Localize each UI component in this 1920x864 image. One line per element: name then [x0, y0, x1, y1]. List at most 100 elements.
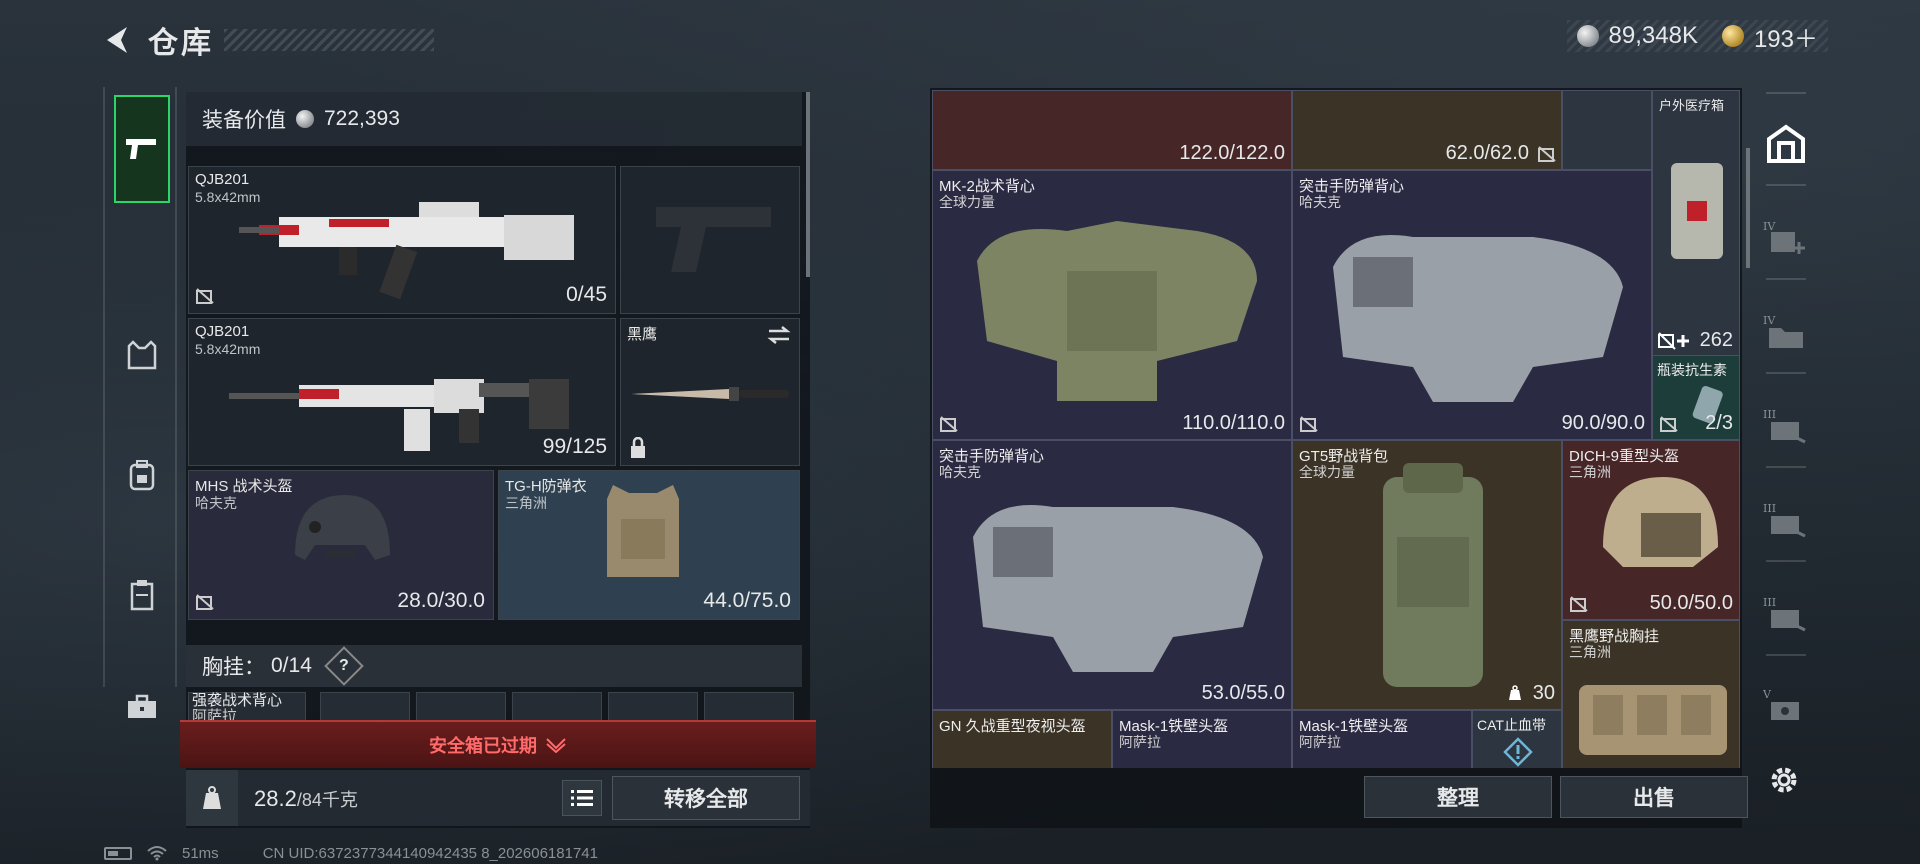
storage-item[interactable]: Mask-1铁壁头盔 阿萨拉	[1292, 710, 1472, 768]
tab-toolbox[interactable]	[114, 679, 170, 735]
silver-coin-icon	[296, 110, 314, 128]
equipment-value-row: 装备价值 722,393	[186, 92, 802, 146]
vest-icon	[127, 340, 157, 370]
item-count: 262	[1699, 329, 1733, 351]
item-durability: 122.0/122.0	[1179, 142, 1285, 164]
tab-weapons[interactable]	[114, 95, 170, 203]
tab-storage-3a[interactable]: III	[1760, 400, 1812, 452]
storage-item[interactable]: Mask-1铁壁头盔 阿萨拉	[1112, 710, 1292, 768]
weight-icon	[186, 770, 238, 826]
storage-item[interactable]: DICH-9重型头盔 三角洲 50.0/50.0	[1562, 440, 1740, 620]
tab-storage-folder[interactable]: IV	[1760, 306, 1812, 358]
gold-coin-icon	[1721, 25, 1744, 47]
weapon-ammo: 0/45	[566, 283, 607, 306]
storage-item[interactable]: 突击手防弹背心 哈夫克 53.0/55.0	[932, 440, 1292, 710]
storage-hand-icon: III	[1763, 502, 1806, 538]
storage-item[interactable]: 黑鹰野战胸挂 三角洲	[1562, 620, 1740, 768]
primary-weapon-slot[interactable]: QJB201 5.8x42mm 0/45	[188, 166, 616, 314]
storage-folder-icon: IV	[1763, 314, 1803, 348]
divider	[1766, 654, 1806, 656]
weapon-name: QJB201	[195, 323, 250, 340]
unbound-icon	[1660, 416, 1678, 432]
storage-item[interactable]	[1562, 90, 1652, 170]
equipment-panel: 装备价值 722,393 QJB201 5.8x42mm 0/45 QJB201…	[186, 92, 810, 828]
divider	[1766, 466, 1806, 468]
safe-box-expired-banner[interactable]: 安全箱已过期	[180, 720, 816, 768]
storage-item[interactable]: 突击手防弹背心 哈夫克 90.0/90.0	[1292, 170, 1652, 440]
warning-diamond-icon	[1503, 737, 1533, 767]
divider	[1766, 184, 1806, 186]
helmet-image	[295, 495, 390, 560]
storage-item[interactable]: GT5野战背包 全球力量 30	[1292, 440, 1562, 710]
item-name: 户外医疗箱	[1659, 98, 1725, 113]
weight-display: 28.2/84千克	[254, 786, 358, 812]
safe-box-expired-text: 安全箱已过期	[429, 736, 537, 756]
tab-storage-main[interactable]	[1760, 118, 1812, 170]
help-button[interactable]: ?	[324, 646, 364, 686]
helmet-durability: 28.0/30.0	[397, 589, 485, 612]
divider	[1766, 372, 1806, 374]
unbound-icon	[196, 288, 214, 304]
toolbox-icon	[128, 694, 156, 718]
svg-text:III: III	[1763, 596, 1776, 609]
medkit-image	[1671, 163, 1723, 259]
chest-rig-icon	[130, 580, 154, 611]
chevron-down-icon	[546, 738, 566, 753]
armor-slot[interactable]: TG-H防弹衣 三角洲 44.0/75.0	[498, 470, 800, 620]
storage-item[interactable]: 瓶装抗生素 2/3	[1652, 355, 1740, 440]
wifi-icon	[147, 846, 167, 861]
tab-chest-rig[interactable]	[114, 567, 170, 623]
equipment-value-label: 装备价值	[202, 109, 286, 132]
gear-icon[interactable]	[1766, 762, 1802, 798]
weight-max: /84千克	[296, 790, 358, 810]
knife-image	[631, 387, 789, 401]
storage-item[interactable]: CAT止血带	[1472, 710, 1562, 768]
chest-rig-image	[1579, 685, 1727, 755]
svg-text:IV: IV	[1763, 220, 1776, 233]
chest-item-name: 强袭战术背心	[192, 692, 283, 709]
storage-item[interactable]: 122.0/122.0	[932, 90, 1292, 170]
unbound-icon	[1538, 146, 1556, 162]
divider	[1766, 92, 1806, 94]
storage-panel: 122.0/122.0 62.0/62.0 户外医疗箱 262 MK-2战术背心…	[930, 88, 1750, 828]
item-durability: 90.0/90.0	[1561, 412, 1645, 434]
unbound-icon	[1570, 596, 1588, 612]
chest-rig-row: 胸挂： 0/14 ?	[186, 645, 802, 687]
item-brand: 全球力量	[1299, 464, 1355, 480]
armor-brand: 三角洲	[505, 495, 547, 511]
secondary-weapon-slot[interactable]: QJB201 5.8x42mm 99/125	[188, 318, 616, 466]
storage-item[interactable]: 62.0/62.0	[1292, 90, 1562, 170]
tab-storage-3b[interactable]: III	[1760, 494, 1812, 546]
sell-button[interactable]: 出售	[1560, 776, 1748, 818]
unbound-icon	[940, 416, 958, 432]
equipment-category-tabs	[103, 87, 177, 718]
list-view-button[interactable]	[562, 780, 602, 816]
helmet-slot[interactable]: MHS 战术头盔 哈夫克 28.0/30.0	[188, 470, 494, 620]
chest-rig-label: 胸挂：	[202, 656, 265, 679]
tab-storage-5[interactable]: V	[1760, 680, 1812, 732]
armor-durability: 44.0/75.0	[703, 589, 791, 612]
gold-amount[interactable]: 193＋	[1754, 19, 1818, 54]
transfer-all-button[interactable]: 转移全部	[612, 776, 800, 820]
pistol-slot[interactable]	[620, 166, 800, 314]
scrollbar[interactable]	[1746, 148, 1750, 268]
melee-slot[interactable]: 黑鹰	[620, 318, 800, 466]
helmet-brand: 哈夫克	[195, 495, 237, 511]
divider	[1766, 278, 1806, 280]
tab-storage-3c[interactable]: III	[1760, 588, 1812, 640]
sort-button[interactable]: 整理	[1364, 776, 1552, 818]
item-durability: 53.0/55.0	[1201, 682, 1285, 704]
tab-backpack[interactable]	[114, 447, 170, 503]
back-arrow-icon[interactable]	[100, 22, 136, 58]
storage-hand-icon: III	[1763, 408, 1806, 444]
tab-storage-expand[interactable]: IV	[1760, 212, 1812, 264]
tab-armor[interactable]	[114, 327, 170, 383]
storage-item[interactable]: GN 久战重型夜视头盔	[932, 710, 1112, 768]
storage-home-icon	[1767, 124, 1805, 163]
svg-text:III: III	[1763, 408, 1776, 421]
item-brand: 三角洲	[1569, 644, 1611, 660]
storage-item[interactable]: MK-2战术背心 全球力量 110.0/110.0	[932, 170, 1292, 440]
scrollbar[interactable]	[806, 92, 810, 277]
unbound-icon	[196, 594, 214, 610]
swap-icon[interactable]	[767, 325, 791, 345]
